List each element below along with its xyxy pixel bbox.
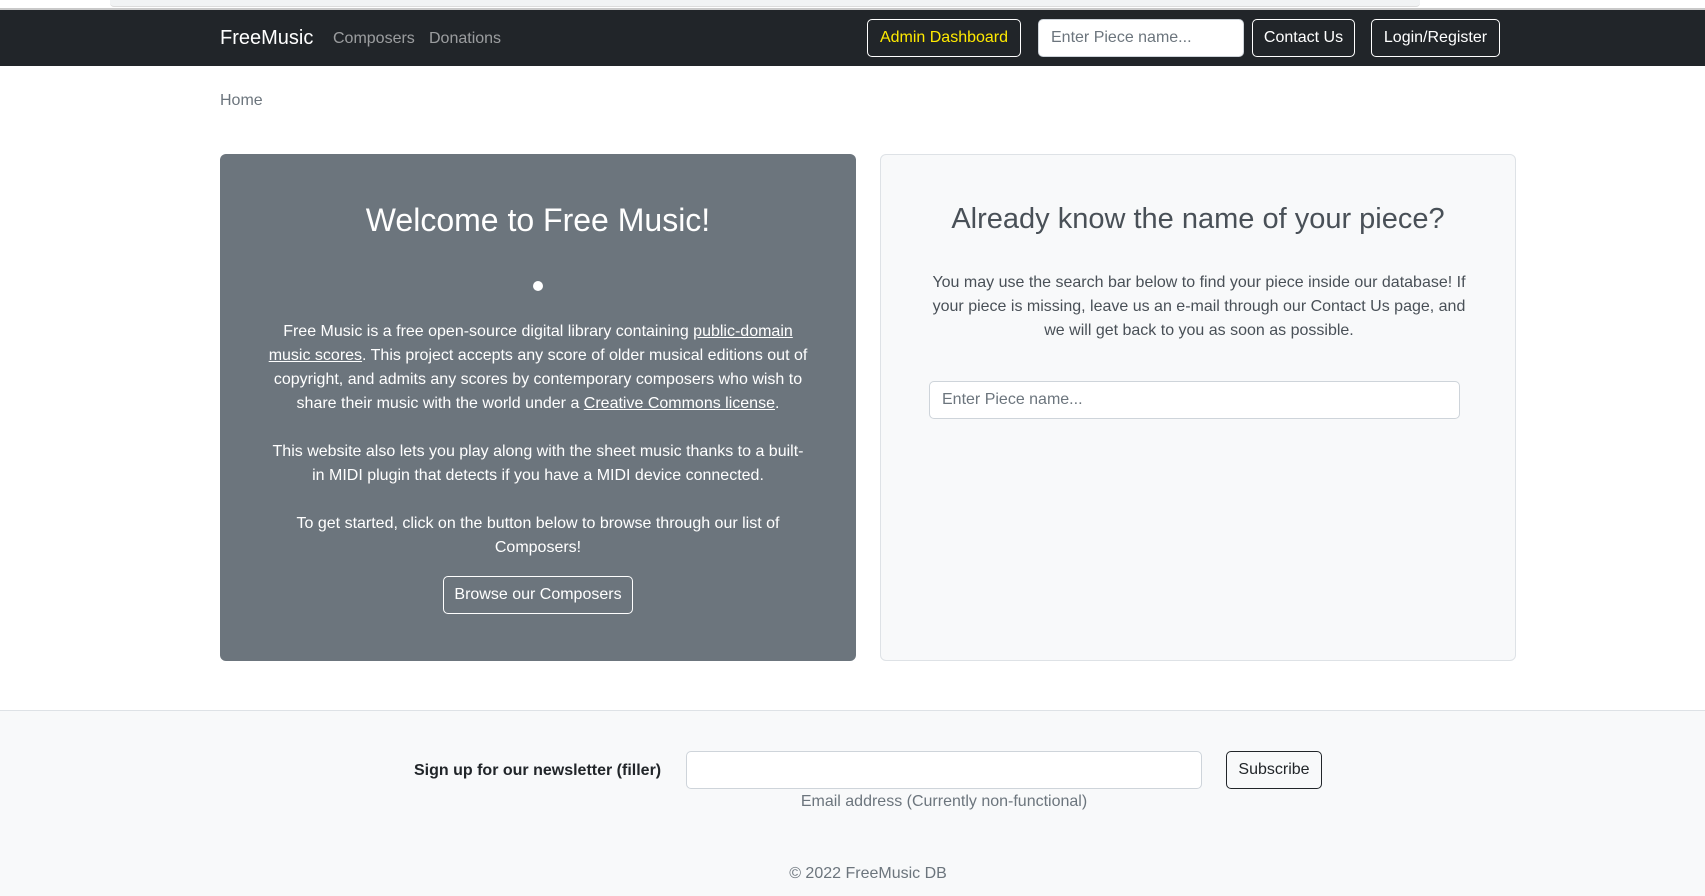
browser-tab-bar	[110, 0, 1420, 7]
navbar-search-input[interactable]	[1038, 19, 1244, 57]
footer: Sign up for our newsletter (filler) Emai…	[0, 710, 1705, 896]
welcome-paragraph-2: This website also lets you play along wi…	[272, 443, 804, 484]
browse-composers-button[interactable]: Browse our Composers	[443, 576, 633, 614]
brand-logo[interactable]: FreeMusic	[220, 27, 313, 50]
welcome-title: Welcome to Free Music!	[365, 202, 711, 238]
search-card-title: Already know the name of your piece?	[951, 203, 1445, 235]
welcome-paragraph-3: To get started, click on the button belo…	[296, 515, 780, 556]
nav-link-donations[interactable]: Donations	[429, 30, 501, 48]
search-card: Already know the name of your piece? You…	[880, 154, 1516, 661]
browser-top-strip	[0, 0, 1705, 10]
bullet-dot-icon	[533, 281, 543, 291]
welcome-paragraph-1: Free Music is a free open-source digital…	[268, 320, 808, 416]
login-register-button[interactable]: Login/Register	[1371, 19, 1500, 57]
search-card-description: You may use the search bar below to find…	[932, 274, 1466, 339]
piece-search-input[interactable]	[929, 381, 1460, 419]
welcome-p1-text-c: .	[774, 395, 780, 412]
creative-commons-link[interactable]: Creative Commons license	[584, 395, 775, 412]
welcome-card: Welcome to Free Music! Free Music is a f…	[220, 154, 856, 661]
navbar: FreeMusic Composers Donations Admin Dash…	[0, 10, 1705, 66]
newsletter-email-input[interactable]	[686, 751, 1202, 789]
breadcrumb: Home	[220, 92, 263, 110]
breadcrumb-home[interactable]: Home	[220, 92, 263, 109]
contact-us-button[interactable]: Contact Us	[1252, 19, 1355, 57]
newsletter-label: Sign up for our newsletter (filler)	[414, 762, 662, 779]
welcome-p1-text-a: Free Music is a free open-source digital…	[283, 323, 694, 340]
nav-link-composers[interactable]: Composers	[333, 30, 415, 48]
email-help-text: Email address (Currently non-functional)	[800, 793, 1088, 810]
subscribe-button[interactable]: Subscribe	[1226, 751, 1322, 789]
admin-dashboard-button[interactable]: Admin Dashboard	[867, 19, 1021, 57]
copyright-text: © 2022 FreeMusic DB	[789, 865, 947, 882]
